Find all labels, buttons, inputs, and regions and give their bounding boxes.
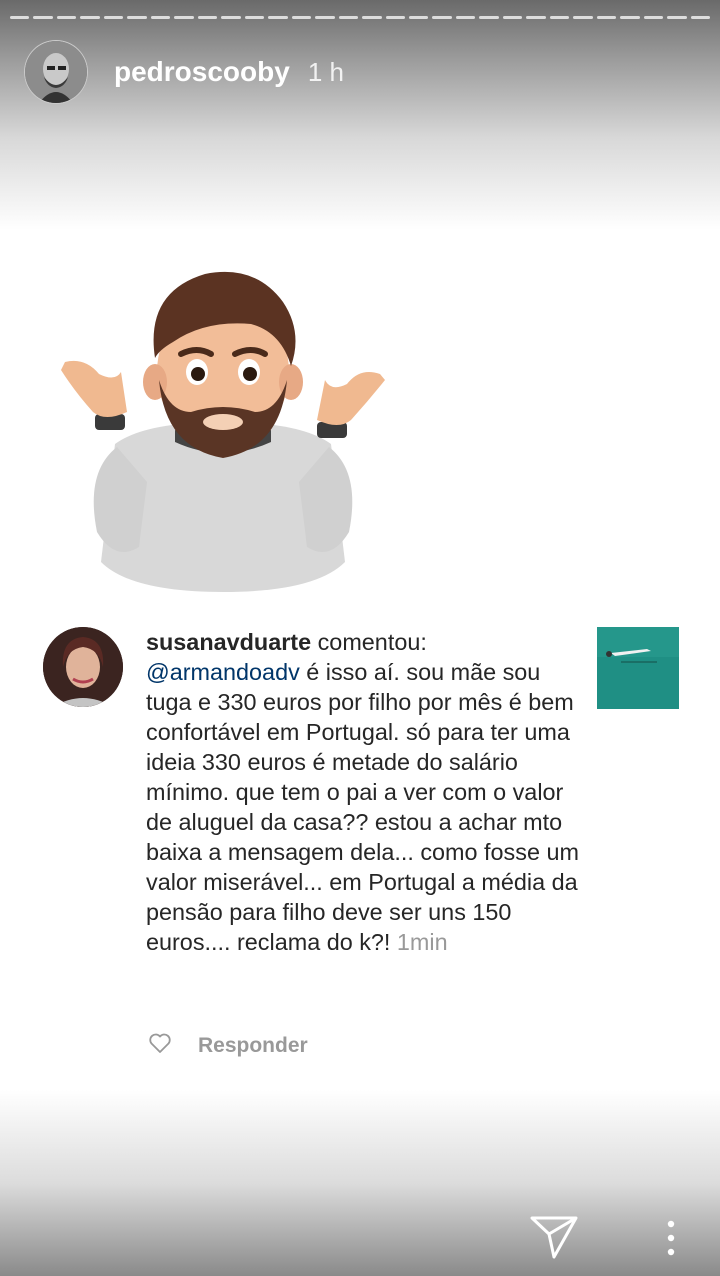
story-author-avatar[interactable] xyxy=(24,40,88,104)
progress-segment xyxy=(620,16,640,19)
progress-segment xyxy=(667,16,687,19)
progress-segment xyxy=(643,16,664,19)
progress-segment xyxy=(56,16,77,19)
progress-segment xyxy=(479,16,499,19)
commenter-avatar[interactable] xyxy=(43,627,123,707)
paper-plane-icon[interactable] xyxy=(530,1214,578,1260)
progress-segment xyxy=(526,16,546,19)
progress-segment xyxy=(197,16,218,19)
progress-segment xyxy=(596,16,617,19)
top-gradient xyxy=(0,0,720,230)
post-thumbnail[interactable] xyxy=(597,627,679,709)
progress-segment xyxy=(573,16,593,19)
heart-outline-icon[interactable] xyxy=(148,1032,172,1059)
progress-segment xyxy=(10,16,30,19)
progress-segment xyxy=(174,16,194,19)
reply-button[interactable]: Responder xyxy=(198,1034,308,1058)
progress-segment xyxy=(150,16,171,19)
progress-segment xyxy=(408,16,429,19)
comment-card: susanavduarte comentou: @armandoadv é is… xyxy=(10,605,710,1085)
progress-segment xyxy=(244,16,265,19)
progress-segment xyxy=(315,16,335,19)
comment-author[interactable]: susanavduarte xyxy=(146,629,311,655)
comment-text-block: susanavduarte comentou: @armandoadv é is… xyxy=(146,627,586,957)
comment-body: é isso aí. sou mãe sou tuga e 330 euros … xyxy=(146,659,579,955)
progress-segment xyxy=(690,16,711,19)
comment-action: comentou: xyxy=(317,629,427,655)
progress-segment xyxy=(549,16,570,19)
bottom-gradient xyxy=(0,1090,720,1276)
progress-segment xyxy=(33,16,53,19)
story-username[interactable]: pedroscooby xyxy=(114,56,290,88)
progress-segment xyxy=(362,16,382,19)
story-progress-bar xyxy=(10,16,711,20)
progress-segment xyxy=(127,16,147,19)
progress-segment xyxy=(385,16,405,19)
progress-segment xyxy=(291,16,312,19)
story-header: pedroscooby 1 h xyxy=(24,40,344,104)
comment-mention[interactable]: @armandoadv xyxy=(146,659,300,685)
comment-timestamp: 1min xyxy=(396,929,448,955)
story-timestamp: 1 h xyxy=(307,56,344,87)
progress-segment xyxy=(268,16,288,19)
progress-segment xyxy=(432,16,452,19)
progress-segment xyxy=(80,16,100,19)
progress-segment xyxy=(103,16,124,19)
progress-segment xyxy=(455,16,476,19)
progress-segment xyxy=(221,16,241,19)
progress-segment xyxy=(338,16,359,19)
comment-actions: Responder xyxy=(148,1032,308,1059)
shrugging-memoji-sticker xyxy=(61,271,385,592)
progress-segment xyxy=(502,16,523,19)
vertical-dots-icon[interactable] xyxy=(660,1218,682,1258)
